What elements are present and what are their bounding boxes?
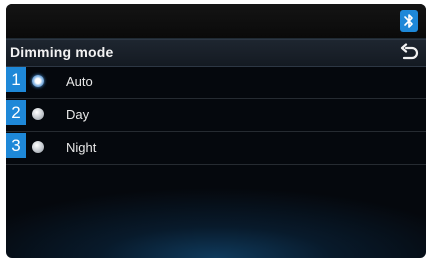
- display-screen: Dimming mode 1 Auto 2 Day 3 Night: [6, 4, 426, 258]
- option-label: Night: [66, 140, 97, 155]
- bluetooth-icon: [400, 10, 418, 32]
- radio-button[interactable]: [32, 108, 44, 120]
- radio-button-selected[interactable]: [32, 75, 44, 87]
- header-bar: Dimming mode: [6, 39, 426, 67]
- status-bar: [6, 4, 426, 39]
- number-badge: 2: [6, 100, 26, 125]
- page-title: Dimming mode: [10, 44, 114, 60]
- number-badge: 3: [6, 133, 26, 158]
- option-auto[interactable]: 1 Auto: [6, 66, 426, 99]
- radio-button[interactable]: [32, 141, 44, 153]
- option-label: Auto: [66, 74, 93, 89]
- option-day[interactable]: 2 Day: [6, 99, 426, 132]
- option-night[interactable]: 3 Night: [6, 132, 426, 165]
- option-label: Day: [66, 107, 90, 122]
- number-badge: 1: [6, 67, 26, 92]
- back-arrow-icon[interactable]: [398, 43, 420, 63]
